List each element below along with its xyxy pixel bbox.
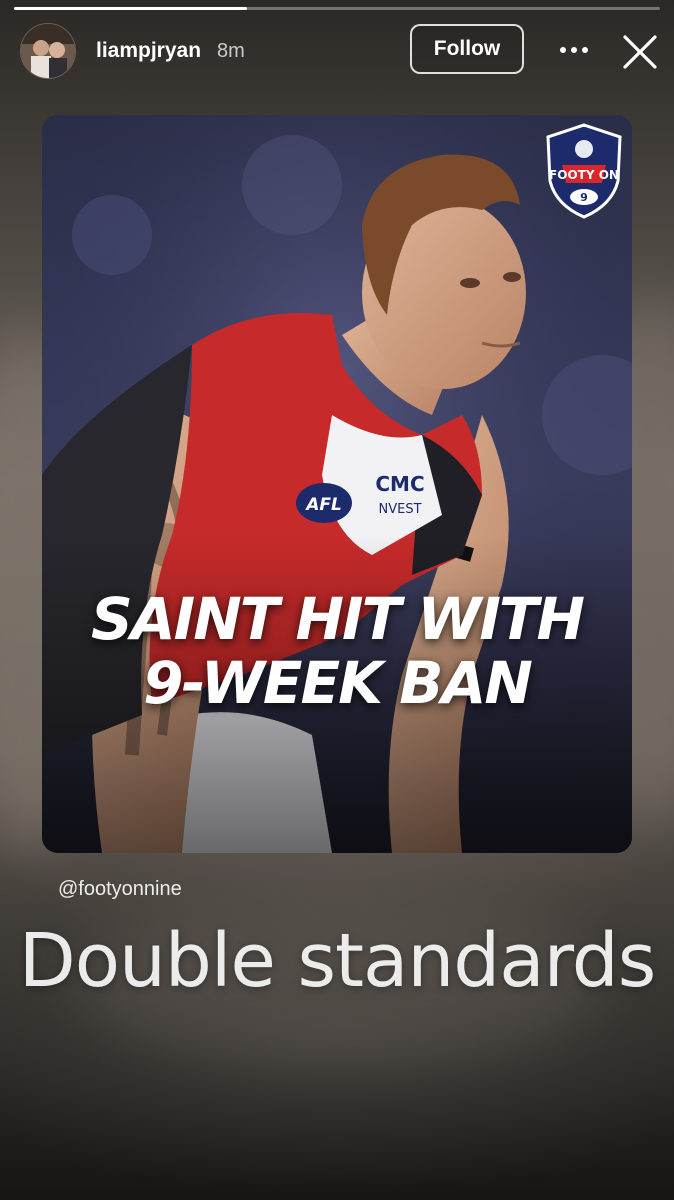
shield-logo-icon: FOOTY ON 9 <box>546 123 622 219</box>
close-button[interactable] <box>618 30 662 74</box>
more-options-button[interactable] <box>554 32 594 68</box>
story-timestamp: 8m <box>217 39 245 62</box>
logo-badge-number: 9 <box>580 191 588 204</box>
shared-post-card[interactable]: AFL CMC NVEST SAINT HIT WITH 9-WEEK BAN … <box>42 115 632 853</box>
jersey-afl-text: AFL <box>304 495 342 515</box>
avatar[interactable] <box>20 23 76 79</box>
more-horizontal-icon <box>560 47 588 53</box>
story-progress-fill <box>14 7 247 10</box>
story-caption: Double standards <box>18 918 657 1004</box>
footy-on-logo: FOOTY ON 9 <box>542 121 626 221</box>
follow-button[interactable]: Follow <box>410 24 524 74</box>
mention-link[interactable]: @footyonnine <box>58 878 182 901</box>
story-viewer[interactable]: liampjryan 8m Follow AFL CMC NVEST SAINT… <box>0 0 674 1200</box>
logo-text: FOOTY ON <box>549 168 619 182</box>
jersey-sponsor-subtext: NVEST <box>378 502 421 517</box>
profile-photo-icon <box>21 24 75 78</box>
close-icon <box>623 35 657 69</box>
headline-line-1: SAINT HIT WITH <box>90 585 585 653</box>
headline-line-2: 9-WEEK BAN <box>143 649 533 717</box>
jersey-sponsor-text: CMC <box>375 472 424 496</box>
story-header: liampjryan 8m Follow <box>20 22 660 80</box>
post-image: AFL CMC NVEST <box>42 115 632 853</box>
story-progress-bar <box>14 7 660 10</box>
post-headline: SAINT HIT WITH 9-WEEK BAN <box>42 587 632 715</box>
story-username[interactable]: liampjryan <box>96 39 201 63</box>
